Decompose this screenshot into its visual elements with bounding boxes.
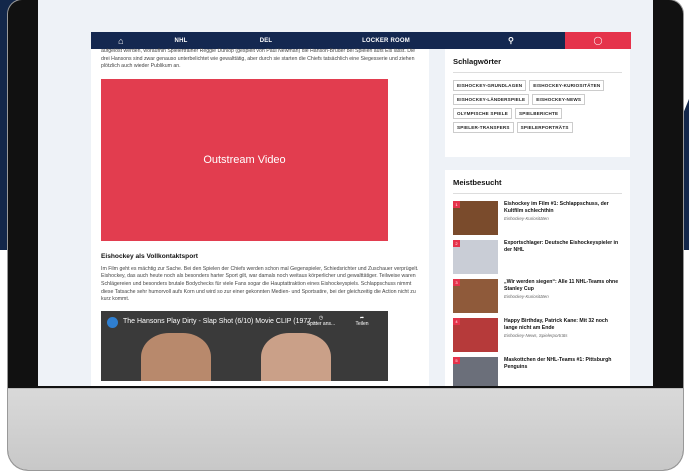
- nav-item-locker-room[interactable]: LOCKER ROOM: [321, 38, 451, 44]
- post-title[interactable]: Eishockey im Film #1: Schlappschuss, der…: [504, 201, 622, 214]
- most-visited-widget: Meistbesucht 1 Eishockey im Film #1: Sch…: [445, 170, 630, 386]
- section-heading: Eishockey als Vollkontaktsport: [101, 252, 198, 260]
- popular-post[interactable]: 4 Happy Birthday, Patrick Kane: Mit 32 n…: [453, 318, 622, 352]
- post-title[interactable]: Happy Birthday, Patrick Kane: Mit 32 noc…: [504, 318, 622, 331]
- monitor: ⌂ NHL DEL LOCKER ROOM ⚲ ◯ aufgelöst werd…: [8, 0, 683, 470]
- popular-post[interactable]: 5 Maskottchen der NHL-Teams #1: Pittsbur…: [453, 357, 622, 386]
- youtube-embed[interactable]: The Hansons Play Dirty - Slap Shot (6/10…: [101, 310, 388, 381]
- rank-badge: 5: [453, 357, 460, 364]
- watch-later-label: Später ans...: [306, 320, 336, 327]
- popular-post[interactable]: 1 Eishockey im Film #1: Schlappschuss, d…: [453, 201, 622, 235]
- tag-link[interactable]: SPIELERPORTRÄTS: [516, 122, 573, 133]
- watch-later-button[interactable]: ◷ Später ans...: [306, 315, 336, 327]
- rank-badge: 3: [453, 279, 460, 286]
- tag-link[interactable]: SPIELBERICHTE: [514, 108, 563, 119]
- share-label: Teilen: [355, 320, 369, 327]
- tag-link[interactable]: OLYMPISCHE SPIELE: [453, 108, 512, 119]
- nav-item-nhl[interactable]: NHL: [151, 38, 211, 44]
- globe-icon[interactable]: ◯: [565, 32, 631, 49]
- article-paragraph: Im Film geht es mächtig zur Sache. Bei d…: [101, 265, 419, 303]
- video-label: Outstream Video: [203, 153, 286, 166]
- divider: [453, 72, 622, 73]
- top-navigation: ⌂ NHL DEL LOCKER ROOM ⚲ ◯: [91, 32, 631, 49]
- popular-post[interactable]: 3 „Wir werden siegen“: Alle 11 NHL-Teams…: [453, 279, 622, 313]
- video-thumbnail-person: [141, 332, 211, 381]
- most-visited-title: Meistbesucht: [453, 178, 502, 187]
- article-paragraph: aufgelöst werden, woraufhin Spielertrain…: [101, 48, 416, 70]
- post-title[interactable]: „Wir werden siegen“: Alle 11 NHL-Teams o…: [504, 279, 622, 292]
- tags-title: Schlagwörter: [453, 57, 502, 66]
- post-title[interactable]: Exportschlager: Deutsche Eishockeyspiele…: [504, 240, 622, 253]
- rank-badge: 4: [453, 318, 460, 325]
- post-category[interactable]: Eishockey-Kuriositäten: [504, 294, 622, 299]
- post-category[interactable]: Eishockey-News, Spielerporträts: [504, 333, 622, 338]
- rank-badge: 2: [453, 240, 460, 247]
- divider: [453, 193, 622, 194]
- share-button[interactable]: ➦ Teilen: [347, 315, 377, 327]
- post-title[interactable]: Maskottchen der NHL-Teams #1: Pittsburgh…: [504, 357, 622, 370]
- post-thumbnail[interactable]: 3: [453, 279, 498, 313]
- sidebar: Schlagwörter EISHOCKEY-GRUNDLAGEN EISHOC…: [445, 49, 630, 386]
- tag-link[interactable]: SPIELER-TRANSFERS: [453, 122, 514, 133]
- youtube-video-title[interactable]: The Hansons Play Dirty - Slap Shot (6/10…: [123, 318, 317, 325]
- channel-avatar-icon[interactable]: [107, 316, 118, 328]
- tag-link[interactable]: EISHOCKEY-LÄNDERSPIELE: [453, 94, 530, 105]
- tags-widget: Schlagwörter EISHOCKEY-GRUNDLAGEN EISHOC…: [445, 49, 630, 157]
- post-thumbnail[interactable]: 4: [453, 318, 498, 352]
- rank-badge: 1: [453, 201, 460, 208]
- post-thumbnail[interactable]: 2: [453, 240, 498, 274]
- tag-link[interactable]: EISHOCKEY-GRUNDLAGEN: [453, 80, 527, 91]
- home-icon[interactable]: ⌂: [91, 36, 151, 46]
- tag-link[interactable]: EISHOCKEY-KURIOSITÄTEN: [529, 80, 605, 91]
- nav-item-del[interactable]: DEL: [211, 38, 321, 44]
- video-thumbnail-person: [261, 332, 331, 381]
- post-category[interactable]: Eishockey-Kuriositäten: [504, 216, 622, 221]
- popular-post[interactable]: 2 Exportschlager: Deutsche Eishockeyspie…: [453, 240, 622, 274]
- post-thumbnail[interactable]: 1: [453, 201, 498, 235]
- post-thumbnail[interactable]: 5: [453, 357, 498, 386]
- outstream-video-player[interactable]: Outstream Video: [101, 78, 388, 241]
- article-main: aufgelöst werden, woraufhin Spielertrain…: [91, 48, 429, 386]
- search-icon[interactable]: ⚲: [451, 36, 571, 45]
- tag-cloud: EISHOCKEY-GRUNDLAGEN EISHOCKEY-KURIOSITÄ…: [453, 80, 622, 133]
- tag-link[interactable]: EISHOCKEY-NEWS: [532, 94, 586, 105]
- monitor-chin: [8, 388, 683, 470]
- screen: ⌂ NHL DEL LOCKER ROOM ⚲ ◯ aufgelöst werd…: [38, 0, 653, 386]
